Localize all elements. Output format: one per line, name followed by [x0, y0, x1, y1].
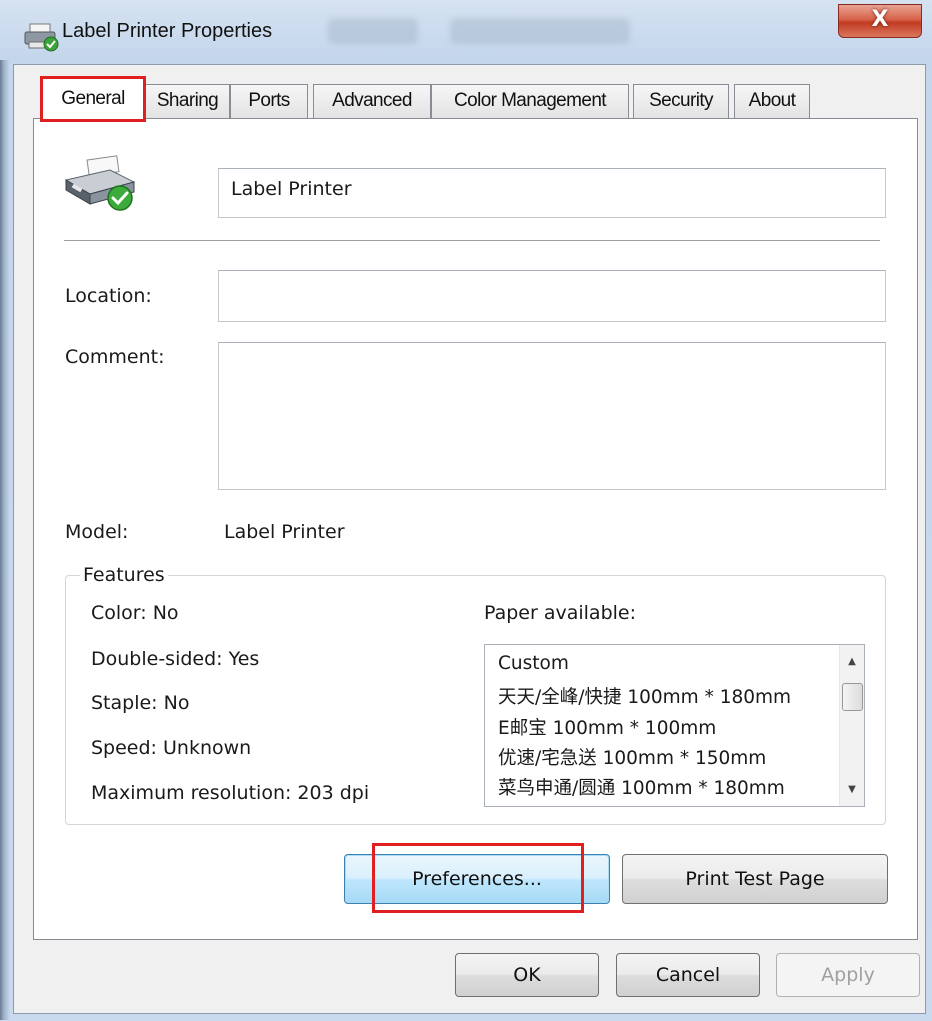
- close-icon: X: [871, 7, 889, 32]
- location-input[interactable]: [218, 270, 886, 322]
- printer-ready-icon: [64, 155, 136, 211]
- paper-list-scrollbar[interactable]: ▲ ▼: [839, 645, 864, 806]
- location-label: Location:: [65, 285, 152, 307]
- tab-advanced[interactable]: Advanced: [313, 84, 431, 118]
- general-tab-highlight: [40, 76, 146, 122]
- paper-list-item[interactable]: Custom: [498, 653, 834, 674]
- comment-label: Comment:: [65, 346, 165, 368]
- background-strip: [0, 60, 10, 1020]
- feature-double-sided: Double-sided: Yes: [91, 648, 260, 670]
- comment-textarea[interactable]: [218, 342, 886, 490]
- paper-list-item[interactable]: 天天/全峰/快捷 100mm * 180mm: [498, 683, 834, 709]
- scroll-down-icon[interactable]: ▼: [840, 779, 864, 801]
- scroll-up-icon[interactable]: ▲: [840, 651, 864, 673]
- tab-sharing[interactable]: Sharing: [145, 84, 230, 118]
- preferences-highlight: [372, 843, 584, 913]
- tab-label: Security: [649, 90, 713, 111]
- print-test-page-button[interactable]: Print Test Page: [622, 854, 888, 904]
- apply-button[interactable]: Apply: [776, 953, 920, 997]
- tab-label: Sharing: [156, 90, 219, 111]
- ok-button[interactable]: OK: [455, 953, 599, 997]
- tab-label: Color Management: [454, 90, 607, 111]
- title-bar[interactable]: Label Printer Properties X: [10, 0, 932, 64]
- scroll-thumb[interactable]: [842, 683, 863, 711]
- tab-label: Ports: [248, 90, 290, 111]
- printer-name-input[interactable]: Label Printer: [218, 168, 886, 218]
- blurred-title-text: [328, 18, 418, 44]
- tab-about[interactable]: About: [734, 84, 810, 118]
- blurred-title-text: [450, 18, 630, 44]
- paper-list-item[interactable]: 优速/宅急送 100mm * 150mm: [498, 744, 834, 770]
- window-title: Label Printer Properties: [62, 20, 273, 42]
- feature-staple: Staple: No: [91, 692, 190, 714]
- feature-speed: Speed: Unknown: [91, 737, 252, 759]
- tab-color-management[interactable]: Color Management: [431, 84, 629, 118]
- tab-label: About: [748, 90, 796, 111]
- close-button[interactable]: X: [838, 4, 922, 38]
- paper-available-label: Paper available:: [484, 602, 637, 624]
- cancel-button[interactable]: Cancel: [616, 953, 760, 997]
- paper-listbox[interactable]: Custom 天天/全峰/快捷 100mm * 180mm E邮宝 100mm …: [484, 644, 865, 807]
- printer-properties-window: Label Printer Properties X General Shari…: [0, 0, 932, 1021]
- features-group-title: Features: [80, 564, 168, 586]
- paper-list-item[interactable]: E邮宝 100mm * 100mm: [498, 714, 834, 740]
- model-value: Label Printer: [224, 521, 345, 543]
- tab-label: Advanced: [332, 90, 412, 111]
- feature-max-resolution: Maximum resolution: 203 dpi: [91, 782, 370, 804]
- divider: [64, 240, 880, 242]
- tab-security[interactable]: Security: [633, 84, 729, 118]
- feature-color: Color: No: [91, 602, 179, 624]
- tab-ports[interactable]: Ports: [230, 84, 308, 118]
- model-label: Model:: [65, 521, 129, 543]
- printer-icon: [24, 23, 59, 52]
- paper-list-item[interactable]: 菜鸟申通/圆通 100mm * 180mm: [498, 774, 834, 800]
